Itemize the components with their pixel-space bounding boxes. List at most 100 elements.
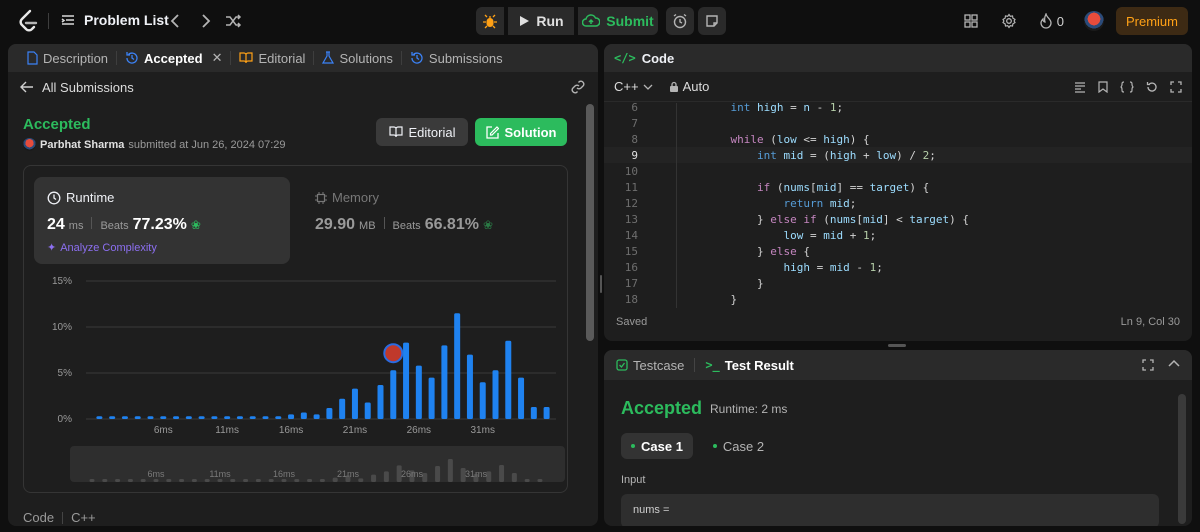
- streak-counter[interactable]: 0: [1039, 13, 1064, 29]
- case-tab-2[interactable]: Case 2: [703, 433, 774, 459]
- chevron-right-icon[interactable]: [195, 11, 215, 31]
- bar[interactable]: [364, 402, 371, 419]
- auto-mode[interactable]: Auto: [669, 79, 709, 94]
- bar[interactable]: [403, 342, 410, 419]
- bar[interactable]: [415, 365, 422, 419]
- bar[interactable]: [288, 414, 295, 419]
- bar[interactable]: [224, 416, 231, 419]
- bar[interactable]: [466, 354, 473, 419]
- premium-button[interactable]: Premium: [1115, 7, 1188, 35]
- bar[interactable]: [377, 384, 384, 419]
- tab-submissions[interactable]: Submissions: [402, 44, 511, 72]
- run-button[interactable]: Run: [508, 7, 574, 35]
- submit-button[interactable]: Submit: [578, 7, 658, 35]
- code-line[interactable]: 10: [604, 163, 1192, 179]
- your-result-avatar-marker[interactable]: [383, 343, 404, 364]
- bookmark-icon[interactable]: [1098, 80, 1108, 93]
- code-line[interactable]: 15 } else {: [604, 243, 1192, 259]
- bar[interactable]: [454, 313, 461, 419]
- bar[interactable]: [326, 407, 333, 419]
- chevron-left-icon[interactable]: [166, 11, 186, 31]
- bar[interactable]: [428, 377, 435, 419]
- user-avatar[interactable]: [1083, 11, 1104, 31]
- case-tab-1[interactable]: Case 1: [621, 433, 693, 459]
- expand-icon[interactable]: [1170, 80, 1182, 93]
- code-line[interactable]: 14 low = mid + 1;: [604, 227, 1192, 243]
- bar[interactable]: [275, 416, 282, 419]
- bar[interactable]: [134, 416, 141, 419]
- tab-editorial[interactable]: Editorial: [231, 44, 313, 72]
- all-submissions-link[interactable]: All Submissions: [42, 80, 134, 95]
- chevron-up-icon[interactable]: [1168, 359, 1180, 367]
- tab-description[interactable]: Description: [18, 44, 116, 72]
- debug-button[interactable]: [476, 7, 504, 35]
- bar[interactable]: [518, 377, 525, 419]
- bar[interactable]: [543, 407, 550, 419]
- bar[interactable]: [121, 416, 128, 419]
- panel-resize-handle-horizontal[interactable]: [888, 344, 906, 347]
- bar[interactable]: [313, 414, 320, 419]
- reset-icon[interactable]: [1146, 81, 1158, 93]
- format-icon[interactable]: [1074, 81, 1086, 93]
- code-editor[interactable]: 6 int high = n - 1; 7 8 while (low <= high…: [604, 101, 1192, 308]
- bar[interactable]: [109, 416, 116, 419]
- arrow-left-icon[interactable]: [20, 81, 34, 93]
- bar[interactable]: [505, 340, 512, 419]
- layout-grid-icon[interactable]: [963, 13, 979, 29]
- bar[interactable]: [198, 416, 205, 419]
- close-icon[interactable]: ✕: [212, 50, 223, 66]
- bar[interactable]: [147, 416, 154, 419]
- link-icon[interactable]: [570, 79, 586, 95]
- code-line[interactable]: 18 }: [604, 291, 1192, 307]
- bar[interactable]: [262, 416, 269, 419]
- shuffle-icon[interactable]: [223, 11, 243, 31]
- code-line[interactable]: 16 high = mid - 1;: [604, 259, 1192, 275]
- leetcode-logo-icon[interactable]: [16, 9, 40, 33]
- bar[interactable]: [211, 416, 218, 419]
- bar[interactable]: [530, 407, 537, 419]
- timer-button[interactable]: [666, 7, 694, 35]
- bar[interactable]: [173, 416, 180, 419]
- bar[interactable]: [300, 412, 307, 419]
- bar[interactable]: [351, 388, 358, 419]
- bar[interactable]: [390, 370, 397, 419]
- gear-icon[interactable]: [1001, 13, 1017, 29]
- bar[interactable]: [236, 416, 243, 419]
- code-line[interactable]: 8 while (low <= high) {: [604, 131, 1192, 147]
- problem-list-button[interactable]: Problem List: [60, 12, 169, 28]
- bar[interactable]: [441, 345, 448, 419]
- distribution-overview-slider[interactable]: 6ms 11ms 16ms 21ms 26ms 31ms: [70, 446, 565, 482]
- bar[interactable]: [479, 382, 486, 419]
- tab-test-result[interactable]: >_ Test Result: [705, 358, 794, 373]
- analyze-complexity-link[interactable]: ✦ Analyze Complexity: [47, 241, 157, 255]
- code-line[interactable]: 6 int high = n - 1;: [604, 99, 1192, 115]
- braces-icon[interactable]: [1120, 80, 1134, 93]
- panel-resize-handle[interactable]: [599, 275, 603, 293]
- notes-button[interactable]: [698, 7, 726, 35]
- code-line[interactable]: 13 } else if (nums[mid] < target) {: [604, 211, 1192, 227]
- submitter-name[interactable]: Parbhat Sharma: [40, 139, 124, 151]
- scrollbar-thumb[interactable]: [1178, 394, 1186, 524]
- tab-testcase[interactable]: Testcase: [616, 358, 684, 373]
- code-line[interactable]: 12 return mid;: [604, 195, 1192, 211]
- runtime-card[interactable]: Runtime 24 ms Beats 77.23% ❀ ✦ Analyze C…: [34, 177, 290, 264]
- bar[interactable]: [339, 398, 346, 419]
- scrollbar[interactable]: [586, 104, 594, 524]
- tab-accepted[interactable]: Accepted ✕: [117, 44, 230, 72]
- bar[interactable]: [185, 416, 192, 419]
- code-line[interactable]: 7: [604, 115, 1192, 131]
- runtime-distribution-chart[interactable]: 15% 10% 5% 0% 6ms 11ms 16ms 21ms 26ms 31ms: [46, 275, 566, 435]
- solution-button[interactable]: Solution: [475, 118, 567, 146]
- bar[interactable]: [96, 416, 103, 419]
- bar[interactable]: [160, 416, 167, 419]
- bar[interactable]: [492, 370, 499, 419]
- scrollbar-thumb[interactable]: [586, 104, 594, 341]
- code-line[interactable]: 9 int mid = (high + low) / 2;: [604, 147, 1192, 163]
- bar[interactable]: [249, 416, 256, 419]
- memory-card[interactable]: Memory 29.90 MB Beats 66.81% ❀: [302, 177, 558, 264]
- tab-solutions[interactable]: Solutions: [314, 44, 400, 72]
- submitter-avatar[interactable]: [23, 138, 36, 151]
- language-select[interactable]: C++: [614, 79, 653, 94]
- code-line[interactable]: 11 if (nums[mid] == target) {: [604, 179, 1192, 195]
- scrollbar[interactable]: [1178, 384, 1186, 524]
